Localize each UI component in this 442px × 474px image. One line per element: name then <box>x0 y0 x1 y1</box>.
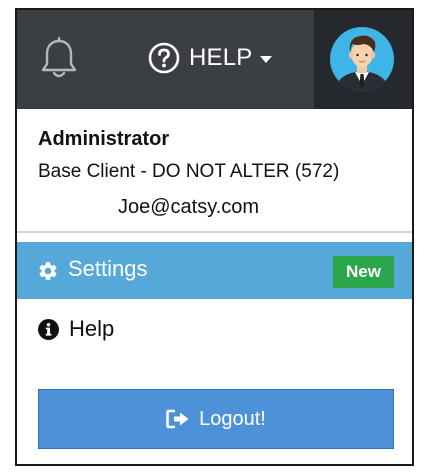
chevron-down-icon <box>259 56 272 63</box>
help-dropdown-toggle[interactable]: HELP <box>148 40 272 76</box>
user-info: Administrator Base Client - DO NOT ALTER… <box>17 109 412 231</box>
menu-item-settings[interactable]: Settings New <box>17 242 412 299</box>
menu-item-help[interactable]: Help <box>17 307 412 353</box>
user-dropdown-panel: HELP Administrator Base Client - DO NOT … <box>15 8 414 466</box>
sign-out-icon <box>166 409 189 429</box>
user-email: Joe@catsy.com <box>118 196 260 218</box>
client-name: Base Client - DO NOT ALTER (572) <box>38 161 340 182</box>
new-badge: New <box>333 256 394 288</box>
user-role: Administrator <box>38 128 170 150</box>
help-label: Help <box>69 316 115 341</box>
gear-icon <box>39 262 57 280</box>
help-menu-label: HELP <box>189 44 253 71</box>
logout-label: Logout! <box>199 407 266 430</box>
user-avatar-icon <box>330 27 394 91</box>
avatar[interactable] <box>314 10 412 109</box>
info-circle-icon <box>38 319 59 340</box>
top-bar: HELP <box>17 10 412 109</box>
logout-button[interactable]: Logout! <box>38 389 394 449</box>
divider <box>17 231 412 233</box>
settings-label: Settings <box>68 256 148 281</box>
question-circle-icon <box>148 42 180 74</box>
bell-icon[interactable] <box>40 36 78 81</box>
